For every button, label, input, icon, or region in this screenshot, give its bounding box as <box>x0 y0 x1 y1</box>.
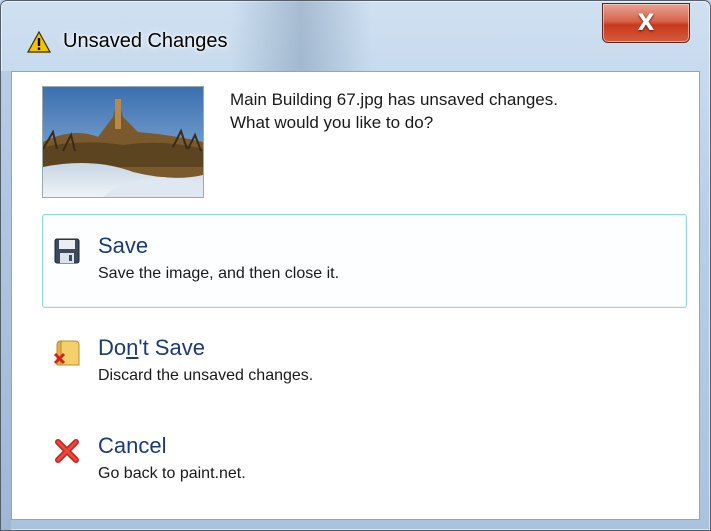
save-option-description: Save the image, and then close it. <box>98 265 340 282</box>
dont-save-option[interactable]: Don't Save Discard the unsaved changes. <box>42 316 687 410</box>
save-option-title: Save <box>98 233 149 258</box>
title-bar[interactable]: Unsaved Changes X <box>1 1 710 71</box>
close-button[interactable]: X <box>602 3 690 43</box>
dont-save-title-mnemonic: n <box>126 335 139 360</box>
dont-save-option-description: Discard the unsaved changes. <box>98 367 314 384</box>
cancel-option-title: Cancel <box>98 433 167 458</box>
image-thumbnail <box>42 86 204 198</box>
warning-icon <box>27 31 51 53</box>
close-icon: X <box>637 10 655 36</box>
message-line-2: What would you like to do? <box>230 113 434 132</box>
window-title: Unsaved Changes <box>63 30 228 52</box>
floppy-disk-icon <box>54 238 80 264</box>
message-line-1: Main Building 67.jpg has unsaved changes… <box>230 90 558 109</box>
cancel-option-description: Go back to paint.net. <box>98 465 246 482</box>
dialog-window: Unsaved Changes X Main Building 67.jpg h… <box>0 0 711 531</box>
dont-save-option-title: Don't Save <box>98 335 205 361</box>
save-option[interactable]: Save Save the image, and then close it. <box>42 214 687 308</box>
red-x-icon <box>55 439 79 463</box>
dont-save-title-pre: Do <box>98 335 127 360</box>
discard-document-icon <box>53 340 80 366</box>
cancel-option[interactable]: Cancel Go back to paint.net. <box>42 414 687 508</box>
message-text: Main Building 67.jpg has unsaved changes… <box>230 88 680 134</box>
window-left-frame <box>1 71 11 530</box>
dialog-content: Main Building 67.jpg has unsaved changes… <box>11 71 700 520</box>
dont-save-title-post: 't Save <box>138 335 205 360</box>
